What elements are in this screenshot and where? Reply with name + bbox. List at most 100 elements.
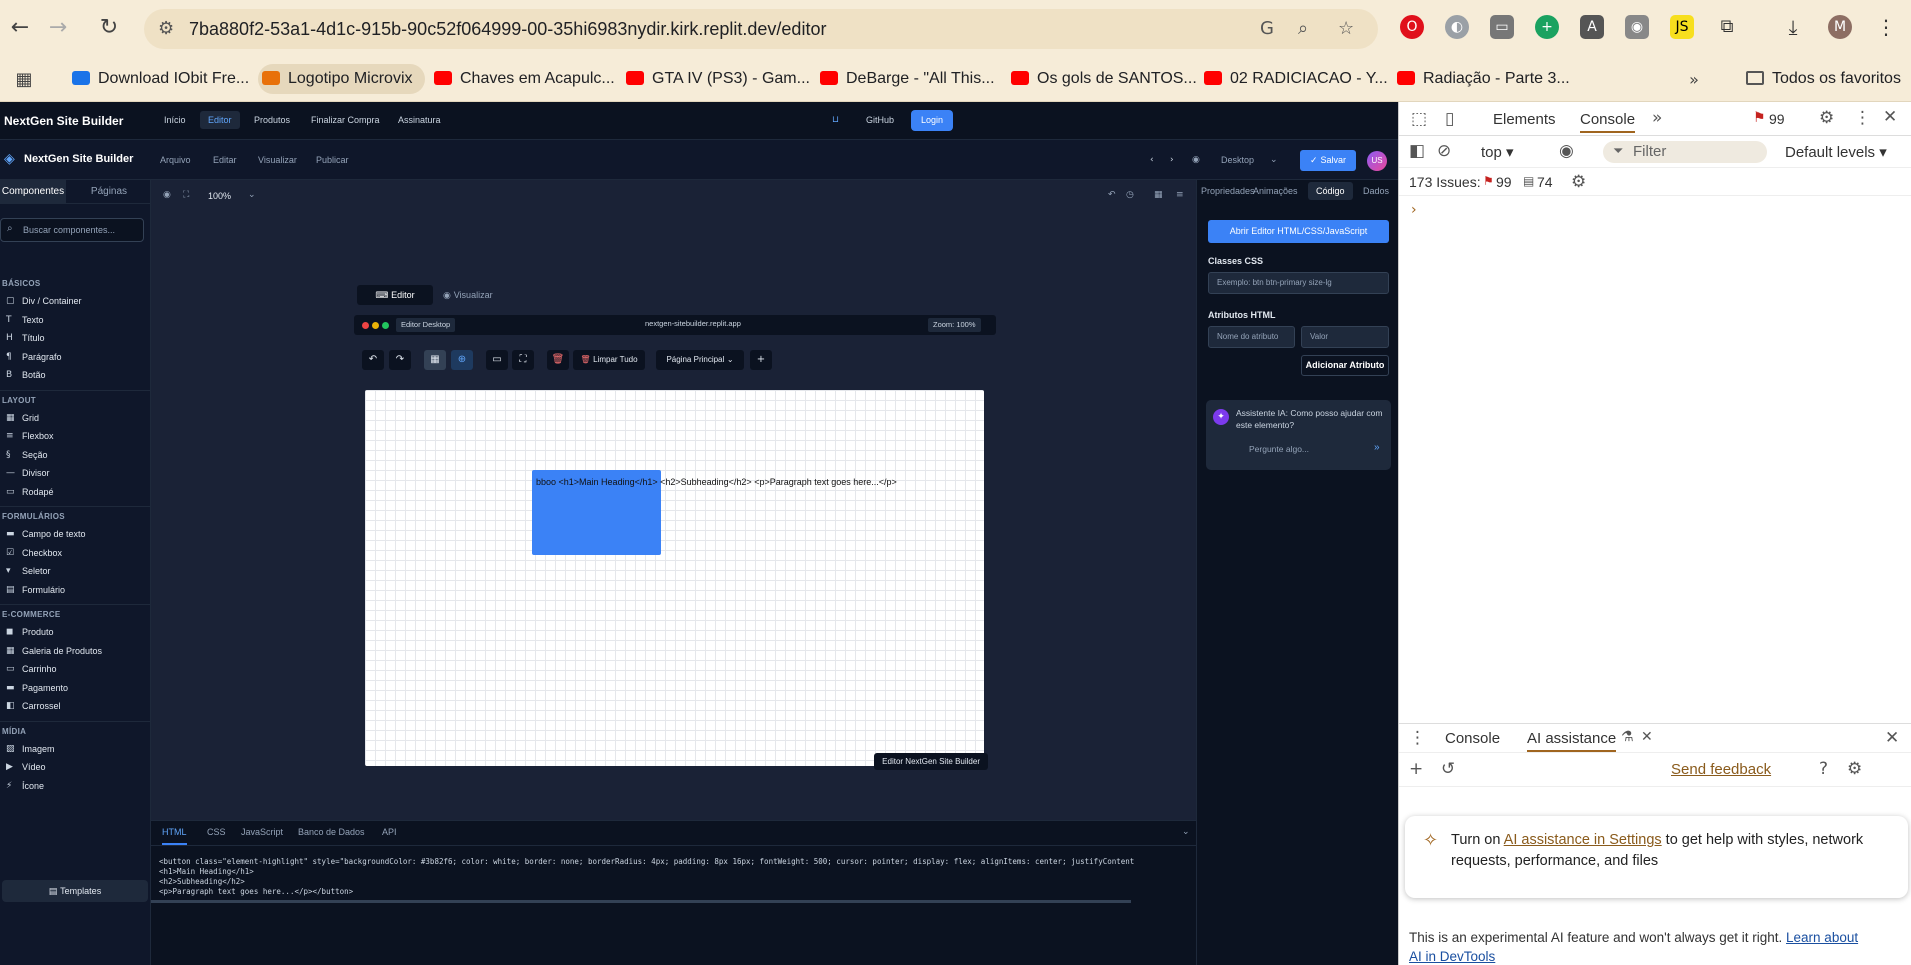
bookmark-item[interactable]: Os gols de SANTOS... [1007,64,1197,94]
css-classes-input[interactable]: Exemplo: btn btn-primary size-lg [1208,272,1389,294]
expand-icon[interactable]: ⛶ [512,350,534,370]
history-icon[interactable]: ↺ [1441,759,1455,779]
add-extension-icon[interactable]: + [1535,15,1559,39]
component-item[interactable]: ▭ Rodapé [0,482,150,502]
nav-link-inicio[interactable]: Início [164,115,186,125]
tab-propriedades[interactable]: Propriedades [1201,186,1255,196]
bookmark-item[interactable]: DeBarge - "All This... [816,64,995,94]
tab-componentes[interactable]: Componentes [0,180,66,204]
grid-icon[interactable]: ▦ [1154,190,1163,200]
more-bookmarks-icon[interactable]: » [1680,66,1708,94]
tab-dados[interactable]: Dados [1363,186,1389,196]
back-icon[interactable]: ← [6,14,34,42]
eye-icon[interactable]: ◉ [1192,155,1200,165]
issues-summary[interactable]: 173 Issues: ⚑ 99 ▤ 74 ⚙ [1399,168,1911,196]
user-avatar[interactable]: US [1367,151,1387,171]
clear-all-button[interactable]: 🗑 Limpar Tudo [573,350,645,370]
undo-page-icon[interactable]: ‹ [1150,155,1154,165]
ai-settings-link[interactable]: AI assistance in Settings [1504,832,1662,848]
ai-question-input[interactable]: Pergunte algo... [1249,444,1309,454]
component-item[interactable]: ▤ Formulário [0,580,150,600]
device-toolbar-icon[interactable]: ▯ [1445,109,1454,129]
drawer-tab-console[interactable]: Console [1445,730,1500,747]
selected-canvas-element[interactable]: bboo <h1>Main Heading</h1> <h2>Subheadin… [532,470,897,555]
chevron-down-icon[interactable]: ⌄ [1270,155,1278,165]
console-prompt-icon[interactable]: › [1411,202,1417,218]
collapse-chevron-icon[interactable]: ⌄ [1182,827,1190,837]
component-item[interactable]: § Seção [0,445,150,465]
component-item[interactable]: B Botão [0,365,150,385]
component-item[interactable]: — Divisor [0,463,150,483]
component-item[interactable]: T Texto [0,310,150,330]
ai-settings-icon[interactable]: ⚙ [1847,759,1862,779]
extensions-puzzle-icon[interactable]: ⧉ [1715,15,1739,39]
component-item[interactable]: ≡ Flexbox [0,426,150,446]
console-filter-input[interactable]: ⏷ Filter [1603,141,1767,163]
component-item[interactable]: ◧ Carrossel [0,696,150,716]
nav-link-editor[interactable]: Editor [200,111,240,129]
tab-css[interactable]: CSS [207,827,226,837]
zoom-chevron-icon[interactable]: ⌄ [248,190,256,200]
apps-grid-icon[interactable]: ▦ [10,66,38,94]
component-search-input[interactable]: Buscar componentes... [0,218,144,242]
component-item[interactable]: ☑ Checkbox [0,543,150,563]
nav-link-assinatura[interactable]: Assinatura [398,115,441,125]
delete-icon[interactable]: 🗑 [547,350,569,370]
add-attribute-button[interactable]: Adicionar Atributo [1301,355,1389,376]
component-item[interactable]: ▬ Pagamento [0,678,150,698]
close-tab-icon[interactable]: ✕ [1641,729,1653,745]
component-item[interactable]: ▬ Campo de texto [0,524,150,544]
attribute-value-input[interactable]: Valor [1301,326,1389,348]
context-select[interactable]: top ▾ [1481,143,1514,161]
tab-html[interactable]: HTML [162,827,187,845]
login-button[interactable]: Login [911,110,953,131]
sidebar-toggle-icon[interactable]: ◧ [1409,141,1425,161]
issues-settings-icon[interactable]: ⚙ [1571,172,1586,192]
close-drawer-icon[interactable]: ✕ [1885,728,1899,748]
generated-code[interactable]: <button class="element-highlight" style=… [159,857,1194,897]
forward-icon[interactable]: → [44,14,72,42]
extension-icon[interactable]: ◐ [1445,15,1469,39]
list-icon[interactable]: ≡ [1176,190,1184,200]
tab-editor[interactable]: ⌨ Editor [357,285,433,305]
horizontal-scrollbar[interactable] [151,900,1131,903]
cart-icon[interactable]: ⊔ [832,115,839,125]
drawer-menu-icon[interactable]: ⋮ [1409,728,1426,748]
issues-flag-icon[interactable]: ⚑ [1753,110,1766,126]
tab-animacoes[interactable]: Animações [1253,186,1298,196]
templates-button[interactable]: ▤ Templates [2,880,148,902]
page-select[interactable]: Página Principal ⌄ [656,350,744,370]
site-info-icon[interactable]: ⚙ [158,18,174,39]
cast-icon[interactable]: ▭ [1490,15,1514,39]
bookmark-item[interactable]: Chaves em Acapulc... [430,64,615,94]
design-canvas[interactable]: bboo <h1>Main Heading</h1> <h2>Subheadin… [365,390,988,770]
send-feedback-link[interactable]: Send feedback [1671,761,1771,778]
bookmark-item[interactable]: 02 RADICIACAO - Y... [1200,64,1388,94]
camera-icon[interactable]: ◉ [1625,15,1649,39]
help-icon[interactable]: ? [1819,759,1828,779]
reload-icon[interactable]: ↻ [95,14,123,42]
component-item[interactable]: ⚡ Ícone [0,776,150,796]
preview-eye-icon[interactable]: ◉ [163,190,171,200]
undo-icon[interactable]: ↶ [1108,190,1116,200]
tab-javascript[interactable]: JavaScript [241,827,283,837]
all-bookmarks[interactable]: Todos os favoritos [1742,64,1901,94]
component-item[interactable]: ◼ Produto [0,622,150,642]
send-icon[interactable]: » [1374,442,1380,453]
drawer-tab-ai-assistance[interactable]: AI assistance [1527,730,1617,752]
open-code-editor-button[interactable]: Abrir Editor HTML/CSS/JavaScript [1208,220,1389,243]
device-select[interactable]: Desktop [1221,155,1254,165]
tab-codigo[interactable]: Código [1308,182,1353,200]
clear-console-icon[interactable]: ⊘ [1437,141,1451,161]
add-page-icon[interactable]: + [750,350,772,370]
bookmark-item[interactable]: Radiação - Parte 3... [1393,64,1570,94]
bookmark-item[interactable]: Logotipo Microvix [258,64,425,94]
inspect-element-icon[interactable]: ⬚ [1411,109,1427,129]
nav-link-finalizar[interactable]: Finalizar Compra [311,115,380,125]
redo-icon[interactable]: ↷ [389,350,411,370]
tab-console[interactable]: Console [1580,111,1636,133]
tab-visualizar[interactable]: ◉ Visualizar [443,285,493,306]
close-devtools-icon[interactable]: ✕ [1883,107,1897,127]
js-extension-icon[interactable]: JS [1670,15,1694,39]
component-item[interactable]: ▢ Div / Container [0,291,150,311]
